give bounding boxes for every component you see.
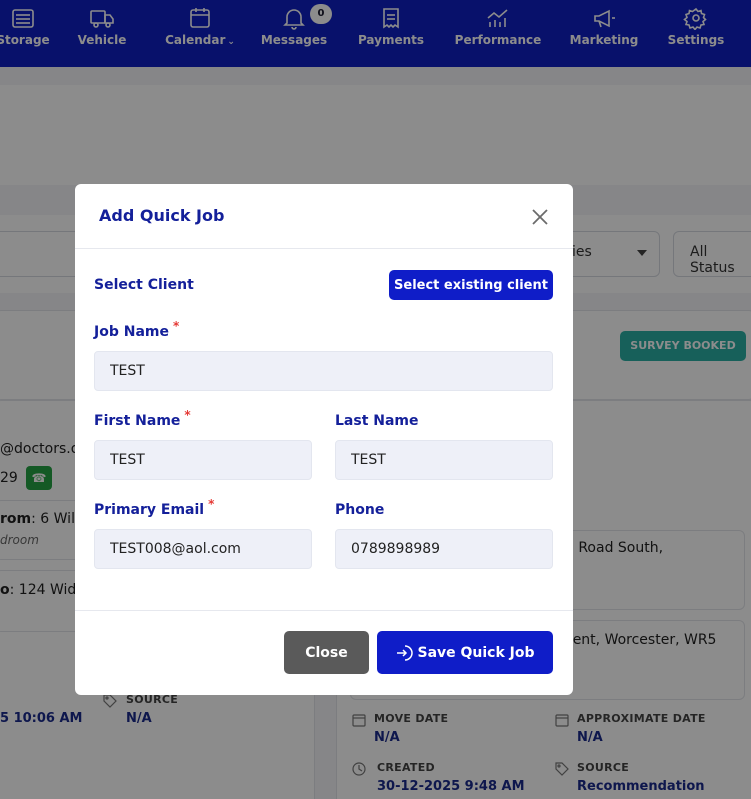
primary-email-input[interactable] — [94, 529, 312, 569]
add-quick-job-modal: Add Quick Job Select Client Select exist… — [75, 184, 573, 695]
required-mark: * — [208, 497, 215, 511]
job-name-input[interactable] — [94, 351, 553, 391]
modal-title: Add Quick Job — [99, 206, 225, 225]
phone-input[interactable] — [335, 529, 553, 569]
first-name-label: First Name * — [94, 408, 191, 429]
close-icon[interactable] — [529, 206, 551, 228]
primary-email-label: Primary Email * — [94, 497, 214, 518]
save-quick-job-button[interactable]: Save Quick Job — [377, 631, 553, 674]
modal-header-divider — [75, 248, 573, 249]
close-button[interactable]: Close — [284, 631, 369, 674]
first-name-input[interactable] — [94, 440, 312, 480]
select-existing-client-button[interactable]: Select existing client — [389, 270, 553, 300]
required-mark: * — [172, 319, 180, 333]
job-name-label: Job Name * — [94, 319, 179, 340]
phone-label: Phone — [335, 502, 385, 518]
first-name-label-text: First Name — [94, 413, 181, 429]
required-mark: * — [184, 408, 191, 422]
select-client-label: Select Client — [94, 277, 194, 293]
last-name-input[interactable] — [335, 440, 553, 480]
last-name-label: Last Name — [335, 413, 419, 429]
sign-in-icon — [397, 644, 414, 661]
modal-footer-divider — [75, 610, 573, 611]
primary-email-label-text: Primary Email — [94, 502, 205, 518]
job-name-label-text: Job Name — [94, 324, 169, 340]
save-button-label: Save Quick Job — [417, 644, 535, 661]
